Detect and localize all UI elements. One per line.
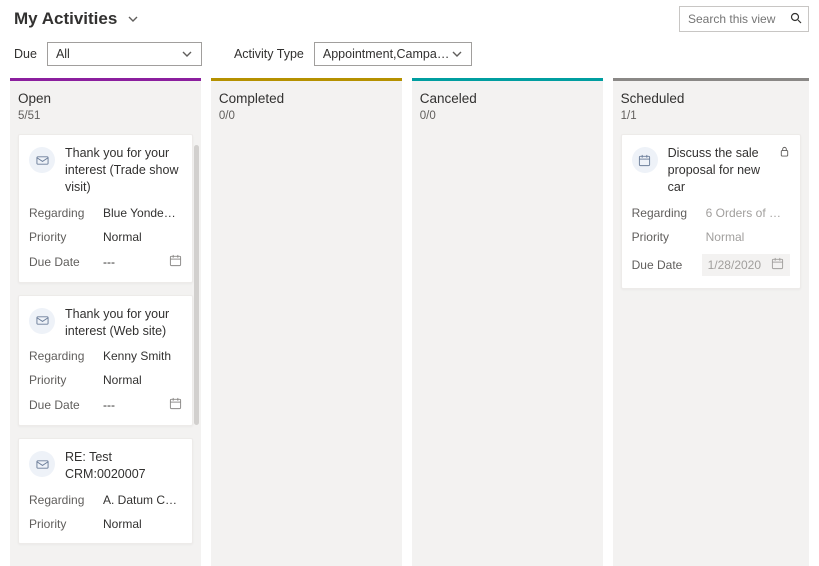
- chevron-down-icon: [451, 48, 463, 60]
- regarding-value: Kenny Smith: [103, 349, 171, 363]
- priority-value: Normal: [103, 230, 142, 244]
- card-title: Thank you for your interest (Web site): [65, 306, 182, 340]
- activity-card[interactable]: Thank you for your interest (Trade show …: [18, 134, 193, 283]
- kanban-board: Open 5/51 Thank you for your interest (T…: [0, 78, 819, 566]
- card-title: Thank you for your interest (Trade show …: [65, 145, 182, 196]
- due-date-label: Due Date: [29, 398, 103, 412]
- activity-card[interactable]: RE: Test CRM:0020007 RegardingA. Datum C…: [18, 438, 193, 544]
- priority-value: Normal: [103, 373, 142, 387]
- page-title: My Activities: [14, 9, 117, 29]
- priority-label: Priority: [29, 517, 103, 531]
- priority-value: Normal: [103, 517, 142, 531]
- due-date-label: Due Date: [632, 258, 706, 272]
- column-count: 1/1: [621, 110, 801, 122]
- email-icon: [29, 451, 55, 477]
- column-count: 0/0: [219, 110, 394, 122]
- regarding-label: Regarding: [632, 206, 706, 220]
- search-icon: [790, 12, 802, 27]
- regarding-value: 6 Orders of pro...: [706, 206, 782, 220]
- regarding-label: Regarding: [29, 349, 103, 363]
- priority-label: Priority: [632, 230, 706, 244]
- regarding-label: Regarding: [29, 493, 103, 507]
- column-completed: Completed 0/0: [211, 78, 402, 566]
- calendar-icon[interactable]: [169, 254, 182, 270]
- column-count: 0/0: [420, 110, 595, 122]
- due-date-label: Due Date: [29, 255, 103, 269]
- activity-type-dropdown[interactable]: Appointment,Campaign Acti...: [314, 42, 472, 66]
- priority-value: Normal: [706, 230, 745, 244]
- regarding-value: Blue Yonder Ai...: [103, 206, 179, 220]
- due-date-value: 1/28/2020: [708, 258, 761, 272]
- due-filter-dropdown[interactable]: All: [47, 42, 202, 66]
- activity-type-value: Appointment,Campaign Acti...: [323, 47, 451, 61]
- column-scheduled: Scheduled 1/1 Discuss the sale proposal …: [613, 78, 809, 566]
- column-open: Open 5/51 Thank you for your interest (T…: [10, 78, 201, 566]
- column-title: Canceled: [420, 91, 595, 106]
- filter-bar: Due All Activity Type Appointment,Campai…: [0, 36, 819, 78]
- due-date-value: ---: [103, 255, 115, 269]
- activity-type-filter-label: Activity Type: [234, 47, 304, 61]
- due-filter-value: All: [56, 47, 70, 61]
- email-icon: [29, 147, 55, 173]
- due-filter-label: Due: [14, 47, 37, 61]
- calendar-icon[interactable]: [169, 397, 182, 413]
- activity-card[interactable]: Thank you for your interest (Web site) R…: [18, 295, 193, 427]
- due-date-value: ---: [103, 398, 115, 412]
- regarding-label: Regarding: [29, 206, 103, 220]
- column-canceled: Canceled 0/0: [412, 78, 603, 566]
- card-title: Discuss the sale proposal for new car: [668, 145, 769, 196]
- appointment-icon: [632, 147, 658, 173]
- scrollbar[interactable]: [194, 145, 199, 425]
- regarding-value: A. Datum Corp...: [103, 493, 179, 507]
- card-title: RE: Test CRM:0020007: [65, 449, 182, 483]
- chevron-down-icon: [127, 13, 139, 25]
- search-box[interactable]: [679, 6, 809, 32]
- page-header: My Activities: [0, 0, 819, 36]
- due-date-pill[interactable]: 1/28/2020: [702, 254, 790, 276]
- column-count: 5/51: [18, 110, 193, 122]
- activity-card[interactable]: Discuss the sale proposal for new car Re…: [621, 134, 801, 289]
- lock-icon: [779, 145, 790, 160]
- email-icon: [29, 308, 55, 334]
- priority-label: Priority: [29, 373, 103, 387]
- search-input[interactable]: [686, 11, 781, 27]
- view-title-wrap[interactable]: My Activities: [14, 9, 139, 29]
- column-title: Scheduled: [621, 91, 801, 106]
- column-title: Open: [18, 91, 193, 106]
- priority-label: Priority: [29, 230, 103, 244]
- column-title: Completed: [219, 91, 394, 106]
- chevron-down-icon: [181, 48, 193, 60]
- calendar-icon: [771, 257, 784, 273]
